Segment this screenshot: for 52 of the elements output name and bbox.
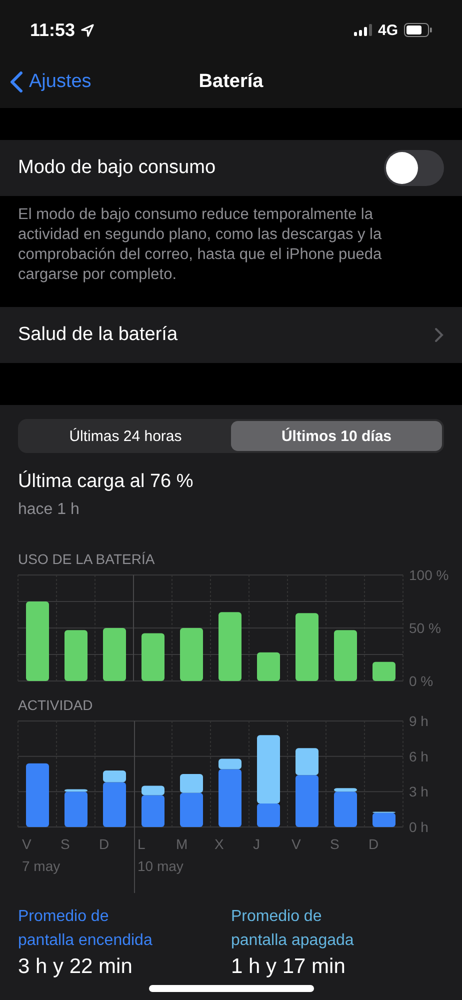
axis-label: M — [176, 836, 188, 852]
chart-bar — [26, 763, 49, 827]
axis-label: 100 % — [409, 567, 449, 583]
date-label: 10 may — [138, 858, 184, 874]
description-text: El modo de bajo consumo reduce temporalmente la actividad en segundo plano, como las descargas y la comprobación del correo, hasta que el iPhone pueda cargarse por completo. — [17, 205, 383, 285]
axis-label: V — [292, 836, 301, 852]
axis-label: 0 h — [409, 819, 428, 835]
last-charge-text: Última carga al 76 % — [18, 471, 194, 493]
chart-bar — [103, 628, 126, 681]
chart-bar — [218, 612, 242, 681]
chart-bar — [180, 628, 203, 681]
axis-label: 3 h — [409, 784, 428, 800]
axis-label: D — [99, 836, 110, 852]
axis-label: S — [60, 836, 70, 852]
date-label: 7 may — [22, 858, 60, 874]
status-time: 11:53 — [30, 20, 76, 40]
axis-label: V — [22, 836, 32, 852]
chart-bar — [334, 630, 357, 681]
battery-health-row[interactable]: Salud de la batería — [0, 307, 462, 363]
page-title: Batería — [198, 71, 264, 93]
chevron-icon — [434, 327, 444, 343]
last-charge-time: hace 1 h — [18, 501, 80, 519]
average-value: 1 h y 17 min — [231, 955, 346, 979]
chart-bar — [142, 633, 164, 681]
chart-bar — [64, 630, 88, 681]
average-label: Promedio de pantalla apagada — [231, 907, 355, 951]
axis-label: 6 h — [409, 748, 428, 764]
location-arrow-icon — [81, 24, 94, 36]
chart-title: USO DE LA BATERÍA — [18, 551, 156, 567]
signal-icon — [354, 24, 372, 36]
chart-bar — [372, 662, 396, 681]
average-label: Promedio de pantalla encendida — [18, 907, 154, 951]
axis-label: 0 % — [409, 673, 434, 687]
back-chevron-icon — [10, 71, 23, 93]
axis-label: X — [214, 836, 224, 852]
chart-bar — [257, 652, 280, 681]
back-button[interactable]: Ajustes — [10, 71, 92, 93]
network-label: 4G — [378, 22, 398, 38]
axis-label: 9 h — [409, 713, 428, 729]
axis-label: D — [368, 836, 379, 852]
range-tab[interactable]: Últimas 24 horas — [20, 421, 231, 451]
setting-label: Modo de bajo consumo — [18, 157, 217, 179]
chart-title: ACTIVIDAD — [18, 697, 94, 713]
axis-label: S — [330, 836, 340, 852]
battery-icon — [404, 23, 432, 37]
axis-label: J — [253, 836, 260, 852]
chart-bar — [296, 613, 318, 681]
axis-label: 50 % — [409, 620, 441, 636]
range-tab[interactable]: Últimos 10 días — [231, 421, 442, 451]
average-value: 3 h y 22 min — [18, 955, 134, 979]
low-power-toggle[interactable] — [384, 150, 444, 186]
axis-label: L — [138, 836, 146, 852]
